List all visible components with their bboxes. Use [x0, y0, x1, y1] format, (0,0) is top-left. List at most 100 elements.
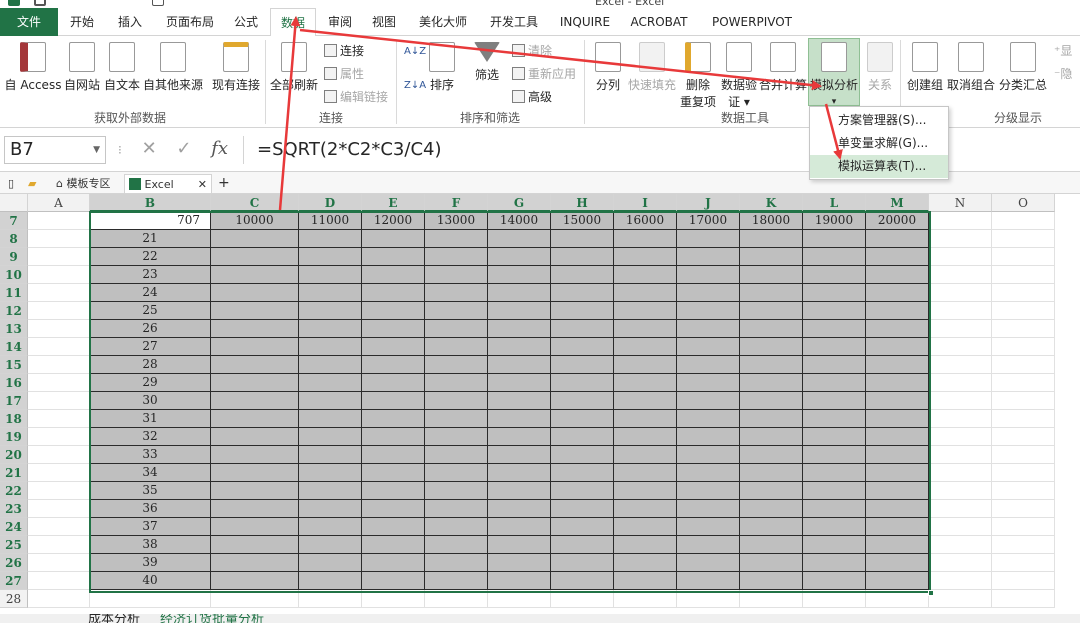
cell-l10[interactable] — [803, 266, 866, 284]
cell-i27[interactable] — [614, 572, 677, 590]
cell-i13[interactable] — [614, 320, 677, 338]
column-header-k[interactable]: K — [740, 194, 803, 212]
cell-f27[interactable] — [425, 572, 488, 590]
cell-n17[interactable] — [929, 392, 992, 410]
cell-i17[interactable] — [614, 392, 677, 410]
tab-data[interactable]: 数据 — [270, 8, 316, 37]
cell-n20[interactable] — [929, 446, 992, 464]
cell-e23[interactable] — [362, 500, 425, 518]
cell-l20[interactable] — [803, 446, 866, 464]
cell-k23[interactable] — [740, 500, 803, 518]
cell-l21[interactable] — [803, 464, 866, 482]
cell-c17[interactable] — [211, 392, 299, 410]
column-header-i[interactable]: I — [614, 194, 677, 212]
name-box[interactable]: B7 ▼ — [4, 136, 106, 164]
cell-o19[interactable] — [992, 428, 1055, 446]
cell-a7[interactable] — [28, 212, 90, 230]
cell-f12[interactable] — [425, 302, 488, 320]
cell-h24[interactable] — [551, 518, 614, 536]
menu-item-data-table[interactable]: 模拟运算表(T)... — [810, 155, 948, 178]
cell-h23[interactable] — [551, 500, 614, 518]
cell-e13[interactable] — [362, 320, 425, 338]
cell-a8[interactable] — [28, 230, 90, 248]
cell-e9[interactable] — [362, 248, 425, 266]
cell-d20[interactable] — [299, 446, 362, 464]
row-header-19[interactable]: 19 — [0, 428, 28, 446]
cell-k17[interactable] — [740, 392, 803, 410]
cell-f23[interactable] — [425, 500, 488, 518]
cell-g19[interactable] — [488, 428, 551, 446]
cell-b23[interactable]: 36 — [90, 500, 211, 518]
cell-h19[interactable] — [551, 428, 614, 446]
from-web-button[interactable]: 自网站 — [62, 42, 102, 93]
column-header-n[interactable]: N — [929, 194, 992, 212]
cell-j20[interactable] — [677, 446, 740, 464]
cell-c7[interactable]: 10000 — [211, 212, 299, 230]
cell-e16[interactable] — [362, 374, 425, 392]
column-header-d[interactable]: D — [299, 194, 362, 212]
cell-f13[interactable] — [425, 320, 488, 338]
row-header-27[interactable]: 27 — [0, 572, 28, 590]
cell-m23[interactable] — [866, 500, 929, 518]
cell-e10[interactable] — [362, 266, 425, 284]
edit-links-button[interactable]: 编辑链接 — [324, 88, 388, 105]
row-header-24[interactable]: 24 — [0, 518, 28, 536]
cell-c11[interactable] — [211, 284, 299, 302]
cell-o28[interactable] — [992, 590, 1055, 608]
cell-h15[interactable] — [551, 356, 614, 374]
connections-button[interactable]: 连接 — [324, 42, 364, 59]
cell-g8[interactable] — [488, 230, 551, 248]
cell-k27[interactable] — [740, 572, 803, 590]
cell-e28[interactable] — [362, 590, 425, 608]
cell-e15[interactable] — [362, 356, 425, 374]
cell-g22[interactable] — [488, 482, 551, 500]
row-header-17[interactable]: 17 — [0, 392, 28, 410]
cell-a19[interactable] — [28, 428, 90, 446]
sort-button[interactable]: 排序 — [428, 42, 456, 93]
cell-a10[interactable] — [28, 266, 90, 284]
cell-o7[interactable] — [992, 212, 1055, 230]
cell-j10[interactable] — [677, 266, 740, 284]
tab-developer[interactable]: 开发工具 — [482, 8, 546, 36]
tab-inquire[interactable]: INQUIRE — [554, 8, 616, 36]
cell-b10[interactable]: 23 — [90, 266, 211, 284]
cell-a17[interactable] — [28, 392, 90, 410]
cell-f7[interactable]: 13000 — [425, 212, 488, 230]
cell-n13[interactable] — [929, 320, 992, 338]
row-header-8[interactable]: 8 — [0, 230, 28, 248]
cell-c10[interactable] — [211, 266, 299, 284]
tab-beautify-master[interactable]: 美化大师 — [410, 8, 476, 36]
cell-d8[interactable] — [299, 230, 362, 248]
clear-filter-button[interactable]: 清除 — [512, 42, 552, 59]
cell-n26[interactable] — [929, 554, 992, 572]
column-header-b[interactable]: B — [90, 194, 211, 212]
cell-e12[interactable] — [362, 302, 425, 320]
cell-g26[interactable] — [488, 554, 551, 572]
cell-d16[interactable] — [299, 374, 362, 392]
cell-c18[interactable] — [211, 410, 299, 428]
cell-n27[interactable] — [929, 572, 992, 590]
cell-h17[interactable] — [551, 392, 614, 410]
cell-l27[interactable] — [803, 572, 866, 590]
cell-m19[interactable] — [866, 428, 929, 446]
cell-m16[interactable] — [866, 374, 929, 392]
cell-o11[interactable] — [992, 284, 1055, 302]
sort-za-icon[interactable]: Z↓A — [404, 80, 426, 91]
group-button[interactable]: 创建组 — [906, 42, 944, 93]
cell-l24[interactable] — [803, 518, 866, 536]
fill-handle[interactable] — [928, 590, 934, 596]
cell-a15[interactable] — [28, 356, 90, 374]
cell-b24[interactable]: 37 — [90, 518, 211, 536]
cell-c19[interactable] — [211, 428, 299, 446]
cell-m11[interactable] — [866, 284, 929, 302]
cell-i10[interactable] — [614, 266, 677, 284]
existing-connections-button[interactable]: 现有连接 — [210, 42, 262, 93]
cell-d17[interactable] — [299, 392, 362, 410]
cell-c16[interactable] — [211, 374, 299, 392]
cell-b7[interactable]: 707 — [90, 212, 211, 230]
cell-g15[interactable] — [488, 356, 551, 374]
cell-l26[interactable] — [803, 554, 866, 572]
cell-i12[interactable] — [614, 302, 677, 320]
cell-f18[interactable] — [425, 410, 488, 428]
cell-o8[interactable] — [992, 230, 1055, 248]
